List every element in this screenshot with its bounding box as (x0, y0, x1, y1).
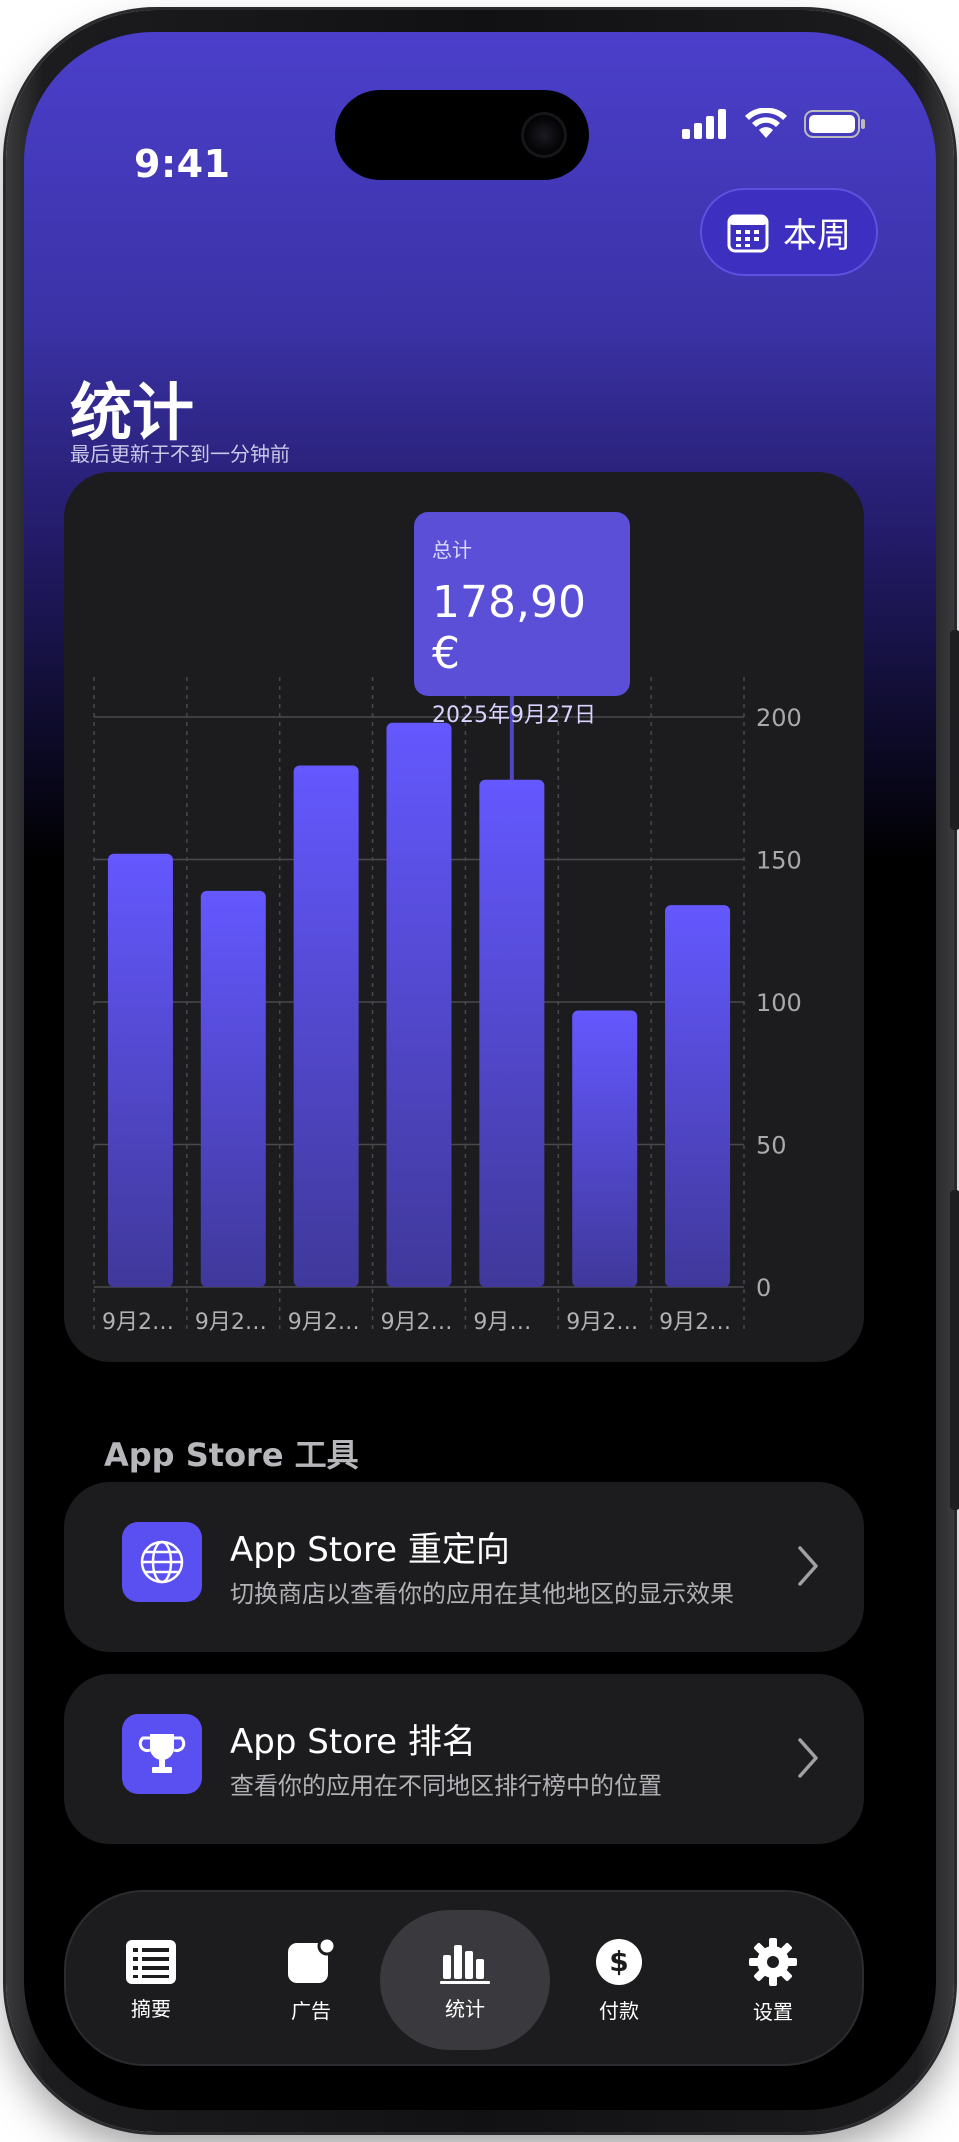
wifi-icon (745, 108, 787, 138)
globe-icon (140, 1540, 184, 1584)
x-tick-label: 9月2… (381, 1310, 453, 1335)
x-tick-label: 9月2… (659, 1310, 731, 1335)
y-tick-label: 150 (756, 847, 802, 875)
week-filter-button[interactable]: 本周 (700, 188, 878, 276)
tab-label: 设置 (753, 1999, 793, 2024)
y-tick-label: 200 (756, 704, 802, 732)
battery-icon (804, 110, 865, 138)
tab-bar: 摘要 广告 统计 $ 付款 设置 (64, 1890, 864, 2066)
action-button (950, 630, 959, 830)
app-screen: 9:41 本周 统计 最后更新于不到一分钟前 0 50 100 150 200 … (24, 32, 936, 2110)
chart-bar (107, 853, 173, 1287)
x-tick-label: 9月2… (566, 1310, 638, 1335)
chart-bar (572, 1010, 638, 1287)
chart-icon (440, 1944, 490, 1984)
phone-frame: 9:41 本周 统计 最后更新于不到一分钟前 0 50 100 150 200 … (6, 10, 959, 2132)
tools-section-title: App Store 工具 (104, 1436, 359, 1474)
week-filter-label: 本周 (783, 215, 851, 256)
tool-description: 切换商店以查看你的应用在其他地区的显示效果 (230, 1580, 734, 1608)
tool-description: 查看你的应用在不同地区排行榜中的位置 (230, 1772, 662, 1800)
tooltip-value: 178,90 € (432, 577, 586, 679)
chart-bar (386, 722, 452, 1287)
tab-label: 统计 (445, 1996, 485, 2021)
calendar-icon (727, 214, 769, 253)
tab-payments[interactable]: $ 付款 (544, 1910, 694, 2050)
tool-row-redirect[interactable]: App Store 重定向 切换商店以查看你的应用在其他地区的显示效果 (64, 1482, 864, 1652)
tool-icon-box (122, 1714, 202, 1794)
tab-label: 付款 (599, 1998, 639, 2023)
dynamic-island (335, 90, 589, 180)
last-updated-text: 最后更新于不到一分钟前 (70, 442, 290, 466)
revenue-chart-card[interactable]: 0 50 100 150 200 9月2… 9月2… 9月2… 9月2… 9月… 9月2… 9月2… … (64, 472, 864, 1362)
ads-icon (288, 1936, 336, 1983)
dollar-icon: $ (596, 1938, 642, 1985)
trophy-icon (138, 1734, 186, 1773)
chart-bar (665, 905, 731, 1287)
chart-bar (479, 779, 545, 1287)
tooltip-label: 总计 (432, 538, 472, 562)
tool-icon-box (122, 1522, 202, 1602)
signal-icon (682, 109, 726, 139)
x-tick-label: 9月2… (102, 1310, 174, 1335)
x-tick-label: 9月2… (288, 1310, 360, 1335)
tab-label: 摘要 (131, 1996, 171, 2021)
y-tick-label: 0 (756, 1274, 771, 1302)
tool-row-ranking[interactable]: App Store 排名 查看你的应用在不同地区排行榜中的位置 (64, 1674, 864, 1844)
gear-icon (749, 1937, 797, 1986)
y-tick-label: 100 (756, 989, 802, 1017)
y-tick-label: 50 (756, 1132, 787, 1160)
chevron-right-icon (798, 1546, 818, 1586)
front-camera (521, 112, 567, 158)
tab-settings[interactable]: 设置 (698, 1910, 848, 2050)
status-time: 9:41 (134, 142, 231, 186)
list-icon (126, 1939, 176, 1984)
tool-title: App Store 重定向 (230, 1530, 510, 1570)
tab-label: 广告 (291, 1998, 331, 2023)
chart-bar (293, 765, 359, 1287)
side-button (950, 1190, 959, 1510)
x-tick-label: 9月2… (195, 1310, 267, 1335)
svg-text:$: $ (609, 1945, 628, 1978)
tool-title: App Store 排名 (230, 1722, 476, 1762)
tab-stats[interactable]: 统计 (380, 1910, 550, 2050)
chart-tooltip: 总计 178,90 € 2025年9月27日 (414, 512, 630, 728)
tab-summary[interactable]: 摘要 (76, 1910, 226, 2050)
x-tick-label: 9月… (473, 1310, 531, 1335)
chart-bar (200, 890, 266, 1287)
status-icons (682, 108, 866, 140)
tooltip-date: 2025年9月27日 (432, 703, 596, 728)
tab-ads[interactable]: 广告 (236, 1910, 386, 2050)
chevron-right-icon (798, 1738, 818, 1778)
